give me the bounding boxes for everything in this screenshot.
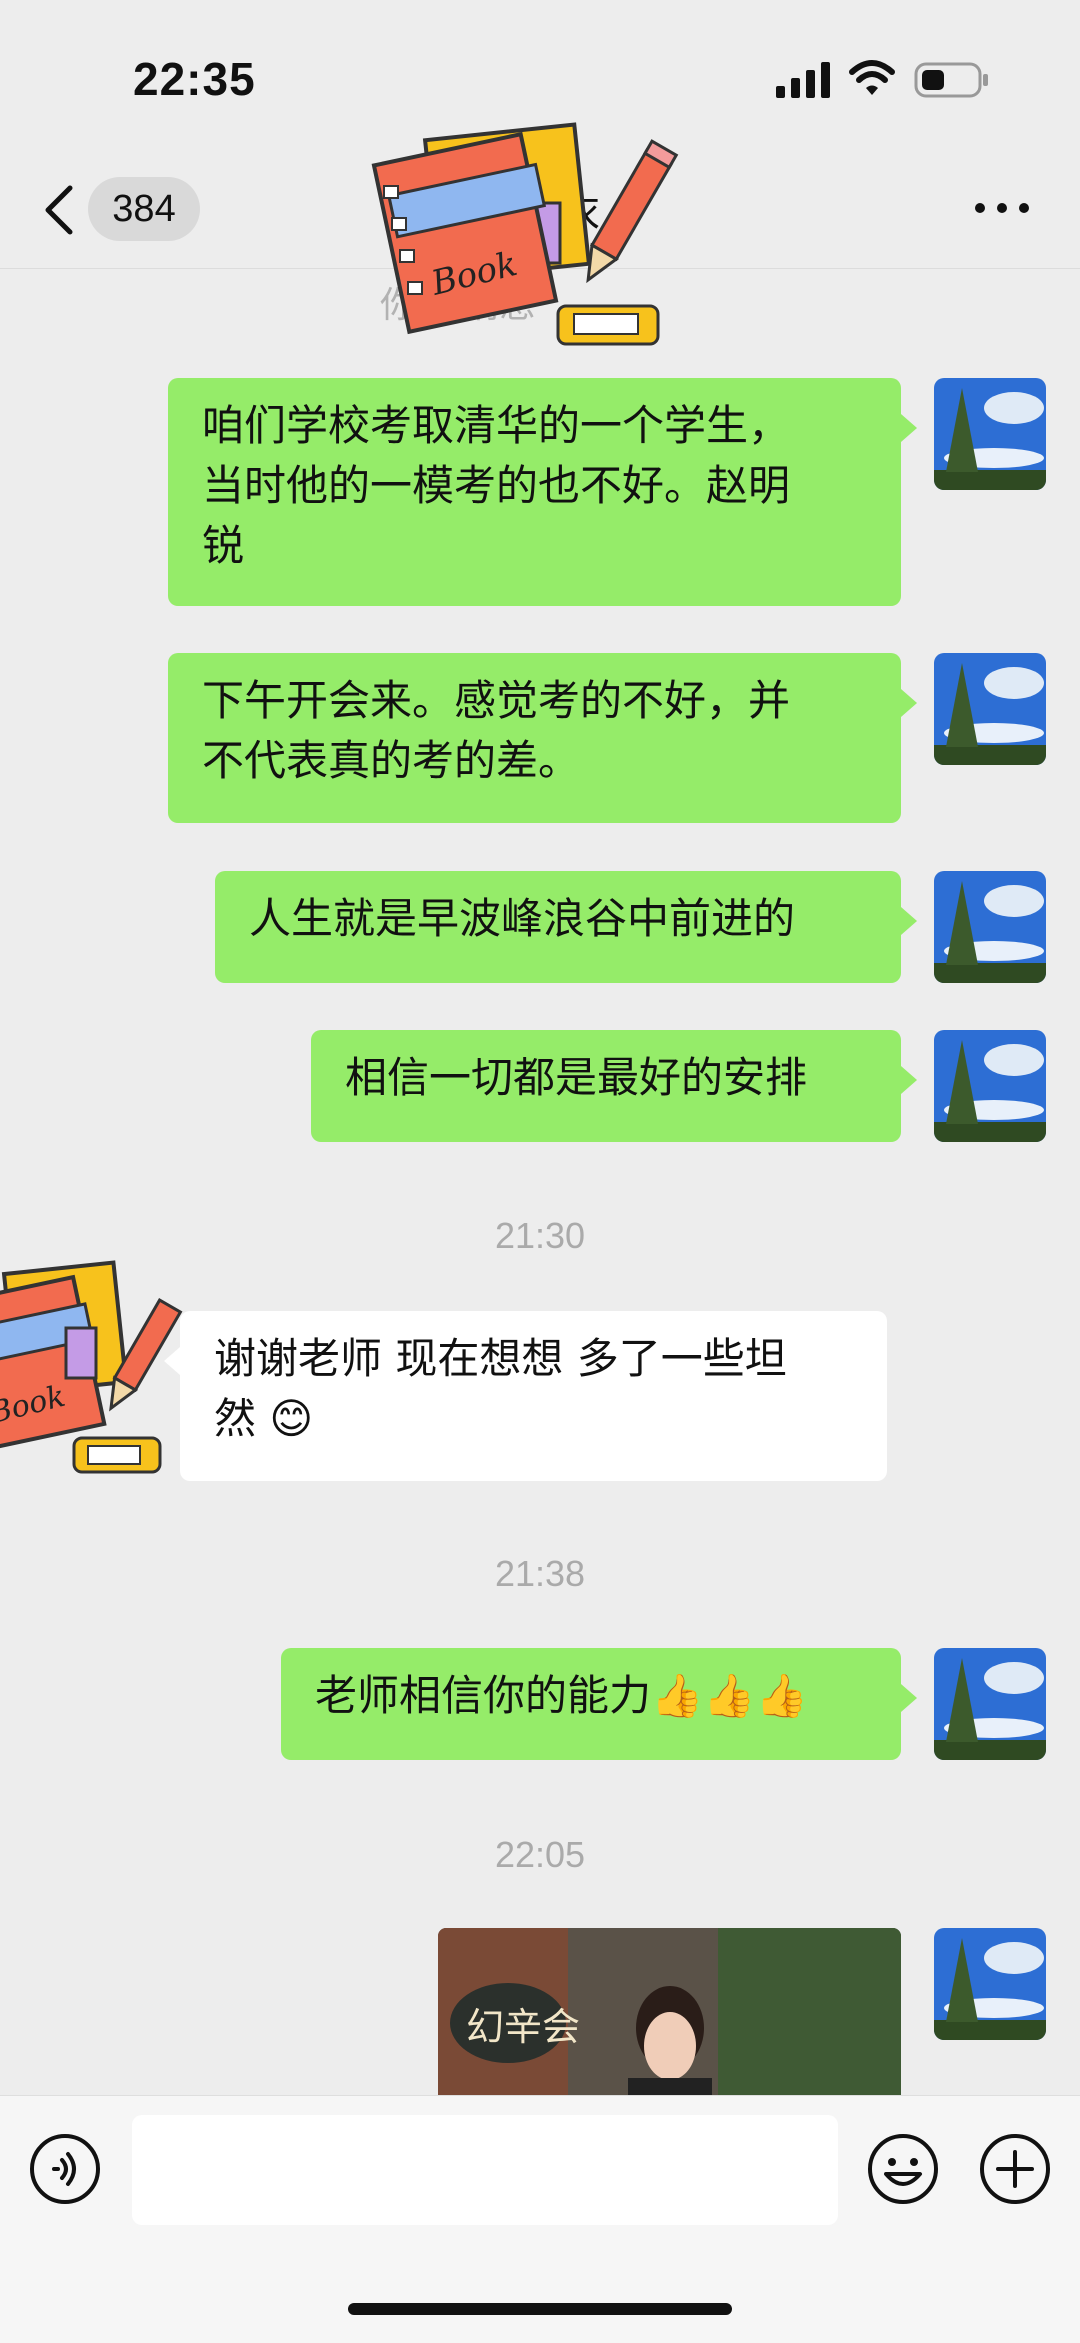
wifi-icon — [849, 60, 895, 95]
video-overlay-text: 幻辛会 — [466, 2005, 581, 2049]
signal-bars-icon — [776, 62, 830, 98]
voice-icon[interactable] — [28, 2132, 102, 2206]
message-bubble[interactable]: 老师相信你的能力👍👍👍 — [281, 1648, 917, 1760]
message-bubble[interactable]: 下午开会来。感觉考的不好，并 不代表真的考的差。 — [168, 653, 917, 823]
message-bubble[interactable]: 人生就是早波峰浪谷中前进的 — [215, 871, 917, 983]
avatar-sky-tree-icon — [934, 1928, 1046, 2040]
avatar-sky-tree-icon — [934, 1648, 1046, 1760]
message-text: 然 😊 — [214, 1394, 314, 1443]
more-dots-icon[interactable] — [972, 198, 1032, 218]
message-text: 相信一切都是最好的安排 — [345, 1053, 808, 1102]
message-bubble[interactable]: 咱们学校考取清华的一个学生， 当时他的一模考的也不好。赵明 锐 — [168, 378, 917, 606]
battery-icon — [914, 62, 988, 98]
message-text: 锐 — [202, 521, 245, 570]
message-text: 下午开会来。感觉考的不好，并 — [202, 676, 791, 725]
message-bubble[interactable]: 相信一切都是最好的安排 — [311, 1030, 917, 1142]
avatar-sky-tree-icon — [934, 653, 1046, 765]
avatar[interactable] — [934, 653, 1046, 765]
message-text: 当时他的一模考的也不好。赵明 — [202, 461, 791, 510]
avatar[interactable] — [934, 1030, 1046, 1142]
home-indicator[interactable] — [348, 2303, 732, 2315]
timestamp: 21:38 — [494, 1553, 586, 1594]
message-bubble[interactable]: 谢谢老师 现在想想 多了一些坦 然 😊 — [164, 1311, 887, 1481]
message-text: 谢谢老师 现在想想 多了一些坦 — [214, 1334, 787, 1383]
avatar[interactable] — [934, 871, 1046, 983]
avatar-sky-tree-icon — [934, 871, 1046, 983]
unread-count-badge[interactable]: 384 — [88, 177, 200, 241]
message-text: 不代表真的考的差。 — [202, 736, 581, 785]
chevron-left-icon[interactable] — [40, 184, 80, 236]
avatar[interactable] — [934, 1928, 1046, 2040]
message-text: 人生就是早波峰浪谷中前进的 — [249, 894, 796, 943]
book-sticker-icon: Book — [371, 122, 679, 346]
avatar[interactable] — [934, 1648, 1046, 1760]
video-message[interactable]: 幻辛会 — [438, 1928, 901, 2098]
status-time: 22:35 — [133, 53, 256, 105]
message-text: 咱们学校考取清华的一个学生， — [202, 401, 791, 450]
avatar-sky-tree-icon — [934, 378, 1046, 490]
timestamp: 21:30 — [494, 1215, 586, 1256]
timestamp: 22:05 — [494, 1834, 586, 1875]
avatar-sky-tree-icon — [934, 1030, 1046, 1142]
plus-circle-icon[interactable] — [978, 2132, 1052, 2206]
avatar[interactable] — [934, 378, 1046, 490]
message-text: 老师相信你的能力👍👍👍 — [315, 1671, 808, 1720]
message-input[interactable] — [132, 2115, 838, 2225]
emoji-icon[interactable] — [866, 2132, 940, 2206]
